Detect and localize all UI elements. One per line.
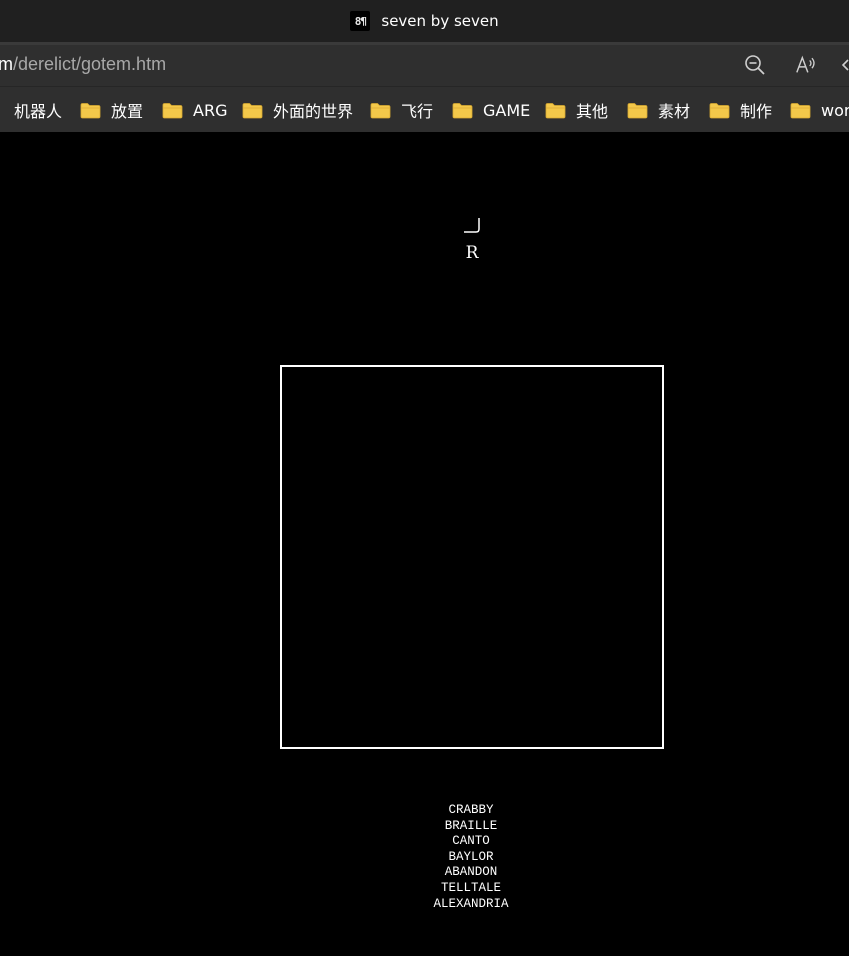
word-item: CANTO [452,834,490,849]
word-item: ALEXANDRIA [433,896,509,911]
bookmark-folder[interactable]: 素材 [627,99,690,121]
bookmark-folder[interactable]: 飞行 [370,99,433,121]
folder-icon [452,102,473,118]
word-item: BRAILLE [444,818,498,833]
more-icon[interactable] [838,54,849,76]
url-path: /derelict/gotem.htm [13,54,167,74]
bookmark-folder[interactable]: ARG [162,99,227,121]
url-host: m [0,54,13,74]
bookmarks-bar: 机器人 放置 ARG 外面的世界 飞行 GAME 其他 素材 制作 work [0,86,849,133]
folder-icon [627,102,648,118]
bookmark-label: work [821,100,849,120]
bookmark-label: 外面的世界 [273,102,354,121]
folder-icon [80,102,101,118]
word-item: ABANDON [444,865,498,880]
bookmark-folder[interactable]: 外面的世界 [242,99,353,121]
bookmark-label: ARG [193,100,228,120]
page-content: R CRABBY BRAILLE CANTO BAYLOR ABANDON TE… [0,132,849,956]
bookmark-label: 放置 [111,102,144,121]
zoom-out-icon[interactable] [744,54,766,76]
bookmark-label: 其他 [576,102,609,121]
folder-icon [370,102,391,118]
puzzle-grid[interactable] [280,365,664,749]
window-title: seven by seven [381,12,499,30]
word-item: TELLTALE [440,880,501,895]
folder-icon [709,102,730,118]
folder-icon [242,102,263,118]
site-favicon-icon: 8¶ [350,11,371,31]
bookmark-folder[interactable]: 机器人 [14,99,62,121]
rotate-label[interactable]: R [461,243,483,263]
bookmark-label: 制作 [740,102,773,121]
bookmark-label: 素材 [658,102,691,121]
folder-icon [790,102,811,118]
corner-bracket-icon[interactable] [462,216,482,236]
bookmark-folder[interactable]: 放置 [80,99,143,121]
read-aloud-icon[interactable] [795,54,817,76]
word-item: BAYLOR [448,849,494,864]
bookmark-label: GAME [483,100,531,120]
bookmark-folder[interactable]: work [790,99,849,121]
word-list: CRABBY BRAILLE CANTO BAYLOR ABANDON TELL… [371,803,571,912]
folder-icon [162,102,183,118]
folder-icon [545,102,566,118]
url-field[interactable]: m/derelict/gotem.htm [0,54,166,75]
bookmark-folder[interactable]: GAME [452,99,530,121]
bookmark-label: 飞行 [401,102,434,121]
window-titlebar: 8¶ seven by seven [0,0,849,42]
bookmark-folder[interactable]: 制作 [709,99,772,121]
bookmark-label: 机器人 [14,102,63,121]
address-bar[interactable]: m/derelict/gotem.htm [0,45,849,86]
word-item: CRABBY [448,803,494,817]
bookmark-folder[interactable]: 其他 [545,99,608,121]
